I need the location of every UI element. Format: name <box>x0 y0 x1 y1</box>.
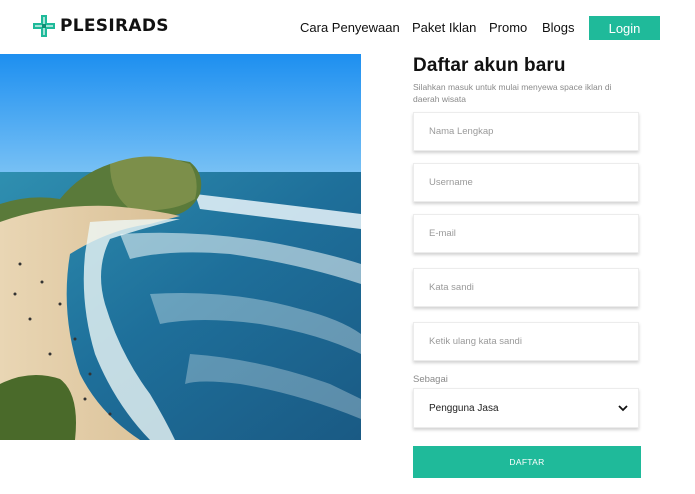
email-field[interactable]: E-mail <box>413 214 639 253</box>
chevron-down-icon <box>618 405 628 412</box>
confirm-password-field[interactable]: Ketik ulang kata sandi <box>413 322 639 361</box>
nav-promo[interactable]: Promo <box>489 20 527 35</box>
role-label: Sebagai <box>413 374 448 385</box>
page-title: Daftar akun baru <box>413 55 566 76</box>
role-select-value: Pengguna Jasa <box>429 402 499 414</box>
logo-icon <box>33 15 55 37</box>
password-field[interactable]: Kata sandi <box>413 268 639 307</box>
nav-cara-penyewaan[interactable]: Cara Penyewaan <box>300 20 400 35</box>
header: PLESIRADS Cara Penyewaan Paket Iklan Pro… <box>0 0 695 54</box>
username-field[interactable]: Username <box>413 163 639 202</box>
login-button[interactable]: Login <box>589 16 660 40</box>
nav-blogs[interactable]: Blogs <box>542 20 575 35</box>
brand-name: PLESIRADS <box>60 16 169 36</box>
role-select[interactable]: Pengguna Jasa <box>413 388 639 428</box>
full-name-field[interactable]: Nama Lengkap <box>413 112 639 151</box>
register-button[interactable]: DAFTAR <box>413 446 641 478</box>
nav-paket-iklan[interactable]: Paket Iklan <box>412 20 476 35</box>
beach-photo <box>0 54 361 440</box>
logo[interactable]: PLESIRADS <box>33 15 169 37</box>
register-form-header: Daftar akun baru Silahkan masuk untuk mu… <box>413 55 643 105</box>
page-subtitle: Silahkan masuk untuk mulai menyewa space… <box>413 82 612 104</box>
